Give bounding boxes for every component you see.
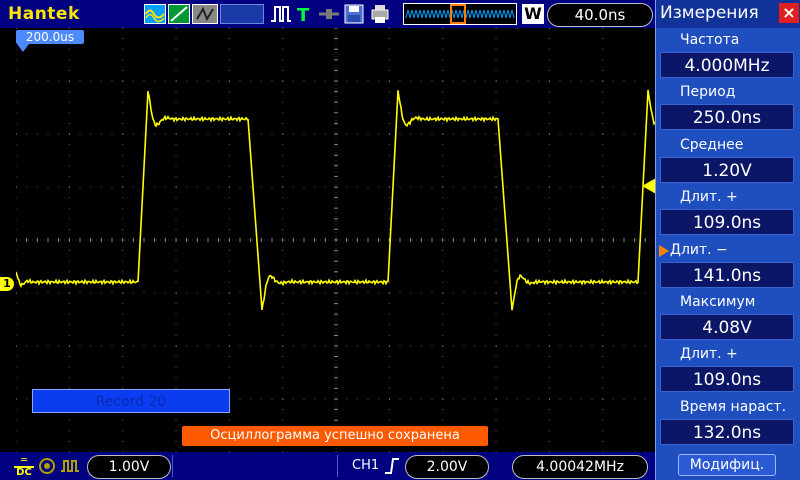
measurement-value: 109.0ns [660, 209, 794, 236]
measurement-label[interactable]: Длит. + [656, 186, 800, 208]
brand-logo: Hantek [8, 4, 80, 24]
save-success-message: Осциллограмма успешно сохранена [182, 426, 488, 446]
panel-title: Измерения [660, 3, 759, 23]
trigger-position-marker-icon [17, 44, 29, 52]
bottom-status-bar: ═ DC 1.00V CH1 2.00V 4.00042MHz [0, 452, 655, 480]
coupling-dc-icon[interactable]: ═ DC [14, 456, 34, 478]
measurement-label[interactable]: Время нараст. [656, 396, 800, 418]
acquisition-status-indicator [144, 4, 166, 24]
measurement-label[interactable]: Длит. − [656, 239, 800, 261]
pulse-trigger-icon[interactable] [270, 4, 292, 24]
window-mode-icon[interactable]: W [522, 4, 544, 24]
trigger-source-label: CH1 [352, 458, 380, 473]
measurement-value: 141.0ns [660, 261, 794, 288]
trigger-level-readout[interactable]: 2.00V [405, 455, 489, 479]
modify-button[interactable]: Модифиц. [678, 454, 776, 476]
measurement-label[interactable]: Период [656, 81, 800, 103]
top-status-bar: Hantek T W 40.0ns [0, 0, 655, 28]
measurement-value: 250.0ns [660, 104, 794, 131]
measurement-value: 1.20V [660, 156, 794, 183]
close-button[interactable]: × [779, 3, 799, 23]
connector-icon[interactable] [318, 4, 340, 24]
measurement-value: 4.000MHz [660, 52, 794, 78]
frequency-counter-readout[interactable]: 4.00042MHz [512, 455, 648, 479]
memory-overview-bar[interactable] [403, 3, 517, 25]
wave-icon [145, 9, 165, 23]
svg-text:T: T [297, 5, 310, 24]
rising-edge-icon[interactable] [384, 457, 400, 475]
trigger-t-icon[interactable]: T [295, 4, 313, 24]
slope-icon[interactable] [168, 4, 190, 24]
blank-status-slot [220, 4, 264, 24]
measurement-label[interactable]: Длит. + [656, 343, 800, 365]
measurements-panel: Измерения × Частота 4.000MHz Период 250.0ns… [655, 0, 800, 480]
probe-icon[interactable] [60, 457, 80, 475]
save-disk-icon[interactable] [344, 4, 364, 24]
channel-1-ground-marker[interactable]: 1 [0, 277, 14, 291]
timebase-readout[interactable]: 40.0ns [547, 3, 653, 27]
print-icon[interactable] [370, 4, 390, 24]
record-indicator: Record 20 [32, 389, 230, 413]
horizontal-offset-tag: 200.0us [16, 30, 84, 44]
panel-header: Измерения × [656, 0, 800, 28]
trigger-level-marker-icon[interactable] [642, 178, 656, 194]
measurement-label[interactable]: Максимум [656, 291, 800, 313]
measurement-value: 109.0ns [660, 366, 794, 393]
ch1-volts-per-div[interactable]: 1.00V [87, 455, 171, 479]
record-label: Record 20 [95, 394, 167, 410]
measurement-label[interactable]: Среднее [656, 134, 800, 156]
measurement-label[interactable]: Частота [656, 29, 800, 51]
measurement-value: 132.0ns [660, 418, 794, 445]
selected-arrow-icon [659, 244, 669, 257]
persistence-icon[interactable] [192, 4, 218, 24]
memory-waveform-icon [405, 4, 515, 24]
separator [172, 455, 338, 477]
bandwidth-limit-icon[interactable] [38, 457, 56, 475]
measurement-value: 4.08V [660, 314, 794, 340]
